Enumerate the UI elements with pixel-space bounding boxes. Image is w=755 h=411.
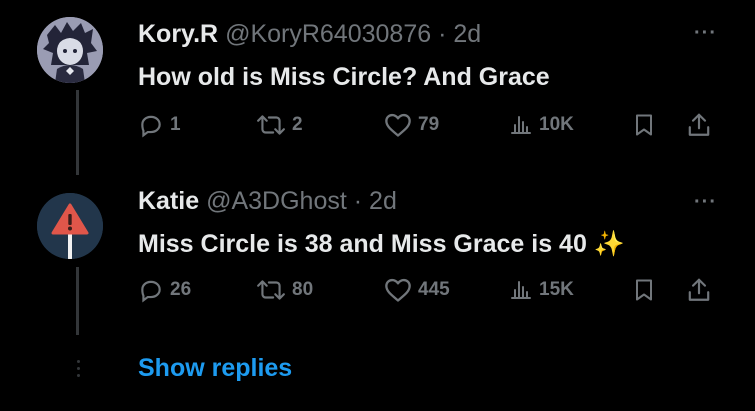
bookmark-button[interactable] [632,273,656,307]
bookmark-icon [632,112,656,138]
reply-button[interactable]: 26 [138,273,191,307]
like-icon [384,277,412,303]
like-icon [384,112,412,138]
retweet-button[interactable]: 80 [256,273,313,307]
reply-count: 26 [170,279,192,300]
tweet-actions: 1 2 79 10K [0,108,755,142]
bookmark-icon [632,277,656,303]
tweet-text: How old is Miss Circle? And Grace [138,63,550,91]
reply-icon [138,277,164,303]
retweet-count: 2 [292,114,303,135]
tweet-text-body: Miss Circle is 38 and Miss Grace is 40 [138,230,587,258]
tweet-header: Katie @A3DGhost · 2d [138,187,397,216]
tweet-header: Kory.R @KoryR64030876 · 2d [138,20,481,49]
views-icon [509,277,533,303]
share-button[interactable] [686,108,712,142]
like-count: 445 [418,279,450,300]
retweet-button[interactable]: 2 [256,108,303,142]
views-count: 10K [539,114,574,135]
show-replies-link[interactable]: Show replies [138,354,292,383]
like-button[interactable]: 79 [384,108,439,142]
views-icon [509,112,533,138]
like-button[interactable]: 445 [384,273,450,307]
views-count: 15K [539,279,574,300]
timestamp[interactable]: 2d [369,187,397,215]
more-icon[interactable]: ··· [694,22,717,45]
user-handle[interactable]: @A3DGhost [206,187,347,215]
share-button[interactable] [686,273,712,307]
tweet[interactable]: Katie @A3DGhost · 2d ··· Miss Circle is … [0,175,755,335]
separator-dot: · [353,187,363,215]
more-icon[interactable]: ··· [694,191,717,214]
share-icon [686,277,712,303]
avatar-image [37,17,103,83]
warning-sign-icon [37,193,103,259]
display-name[interactable]: Katie [138,187,199,215]
views-button[interactable]: 15K [509,273,574,307]
bookmark-button[interactable] [632,108,656,142]
tweet[interactable]: Kory.R @KoryR64030876 · 2d ··· How old i… [0,0,755,175]
retweet-icon [256,277,286,303]
separator-dot: · [438,20,447,48]
timestamp[interactable]: 2d [453,20,481,48]
avatar[interactable] [37,17,103,83]
sparkles-emoji: ✨ [593,230,625,258]
reply-button[interactable]: 1 [138,108,181,142]
avatar[interactable] [37,193,103,259]
display-name[interactable]: Kory.R [138,20,218,48]
share-icon [686,112,712,138]
user-handle[interactable]: @KoryR64030876 [225,20,431,48]
more-replies-dots [77,360,80,381]
reply-icon [138,112,164,138]
tweet-text: Miss Circle is 38 and Miss Grace is 40 ✨ [138,230,625,259]
reply-count: 1 [170,114,181,135]
views-button[interactable]: 10K [509,108,574,142]
tweet-actions: 26 80 445 15K [0,273,755,307]
retweet-icon [256,112,286,138]
retweet-count: 80 [292,279,314,300]
like-count: 79 [418,114,440,135]
